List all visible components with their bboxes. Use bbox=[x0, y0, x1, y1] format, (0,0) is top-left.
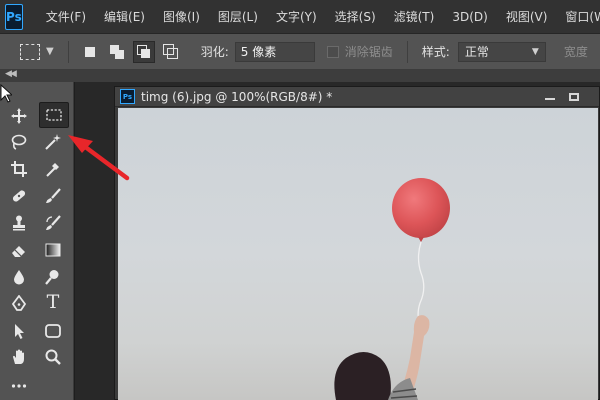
marquee-preset-icon[interactable] bbox=[20, 43, 40, 60]
lasso-tool[interactable] bbox=[6, 130, 32, 154]
feather-input[interactable]: 5 像素 bbox=[234, 41, 315, 62]
path-selection-tool[interactable] bbox=[6, 319, 32, 343]
document-title: timg (6).jpg @ 100%(RGB/8#) * bbox=[141, 89, 333, 104]
menu-window[interactable]: 窗口(W) bbox=[556, 0, 600, 34]
options-divider bbox=[406, 40, 408, 63]
tools-panel: T bbox=[0, 82, 74, 400]
intersect-selection-button[interactable] bbox=[160, 41, 182, 63]
magic-wand-tool[interactable] bbox=[40, 130, 66, 154]
options-bar: ▼ 羽化: 5 像素 消除锯齿 样式: 正常 ▼ 宽度 bbox=[0, 34, 600, 70]
marquee-icon bbox=[46, 109, 62, 121]
eyedropper-tool[interactable] bbox=[40, 157, 66, 181]
panel-header-strip: ◀◀ bbox=[0, 69, 600, 82]
antialias-label: 消除锯齿 bbox=[344, 45, 393, 59]
dodge-tool[interactable] bbox=[40, 265, 66, 289]
arrow-cursor-icon bbox=[15, 324, 24, 339]
rectangular-marquee-tool[interactable] bbox=[39, 102, 69, 128]
menu-type[interactable]: 文字(Y) bbox=[267, 0, 326, 34]
photoshop-doc-icon: Ps bbox=[120, 89, 135, 104]
image-canvas[interactable] bbox=[118, 108, 598, 400]
dodge-icon bbox=[45, 270, 59, 285]
gradient-icon bbox=[45, 243, 61, 257]
water-drop-icon bbox=[14, 270, 24, 285]
minimize-icon bbox=[545, 98, 555, 100]
minimize-button[interactable] bbox=[539, 89, 561, 104]
menu-3d[interactable]: 3D(D) bbox=[443, 0, 496, 34]
zoom-tool[interactable] bbox=[40, 345, 66, 369]
history-brush-icon bbox=[46, 215, 61, 230]
clone-stamp-tool[interactable] bbox=[6, 211, 32, 235]
type-tool[interactable]: T bbox=[40, 290, 66, 314]
move-tool[interactable] bbox=[6, 104, 32, 128]
collapse-panel-icon[interactable]: ◀◀ bbox=[5, 69, 17, 79]
eyedropper-icon bbox=[46, 163, 59, 177]
chevron-down-icon: ▼ bbox=[531, 46, 539, 57]
menu-filter[interactable]: 滤镜(T) bbox=[385, 0, 444, 34]
rounded-rectangle-icon bbox=[45, 324, 61, 338]
add-to-selection-button[interactable] bbox=[106, 41, 128, 63]
menu-layer[interactable]: 图层(L) bbox=[209, 0, 267, 34]
maximize-button[interactable] bbox=[563, 89, 585, 104]
options-divider bbox=[67, 40, 69, 63]
hand-tool[interactable] bbox=[6, 345, 32, 369]
menu-file[interactable]: 文件(F) bbox=[37, 0, 95, 34]
menu-view[interactable]: 视图(V) bbox=[497, 0, 557, 34]
gradient-tool[interactable] bbox=[40, 238, 66, 262]
rectangle-tool[interactable] bbox=[40, 319, 66, 343]
photoshop-logo-icon: Ps bbox=[5, 3, 23, 30]
blur-tool[interactable] bbox=[6, 265, 32, 289]
stamp-icon bbox=[13, 215, 25, 231]
more-tools-button[interactable] bbox=[6, 374, 32, 398]
magic-wand-icon bbox=[45, 134, 61, 150]
new-selection-button[interactable] bbox=[79, 41, 101, 63]
document-tab[interactable]: Ps timg (6).jpg @ 100%(RGB/8#) * bbox=[115, 87, 599, 107]
brush-tool[interactable] bbox=[40, 184, 66, 208]
hand-icon bbox=[13, 349, 24, 364]
style-select[interactable]: 正常 ▼ bbox=[457, 41, 546, 62]
brush-icon bbox=[46, 188, 61, 203]
lasso-icon bbox=[11, 134, 27, 150]
history-brush-tool[interactable] bbox=[40, 211, 66, 235]
maximize-icon bbox=[569, 92, 579, 101]
healing-brush-tool[interactable] bbox=[6, 184, 32, 208]
mouse-cursor-icon bbox=[0, 84, 12, 103]
menu-bar: Ps 文件(F) 编辑(E) 图像(I) 图层(L) 文字(Y) 选择(S) 滤… bbox=[0, 0, 600, 34]
antialias-checkbox[interactable] bbox=[326, 45, 339, 58]
crop-icon bbox=[11, 161, 27, 177]
style-label: 样式: bbox=[421, 45, 450, 59]
chevron-down-icon[interactable]: ▼ bbox=[46, 46, 54, 57]
pen-tool[interactable] bbox=[6, 292, 32, 316]
feather-label: 羽化: bbox=[200, 45, 229, 59]
document-window: Ps timg (6).jpg @ 100%(RGB/8#) * bbox=[114, 86, 600, 400]
move-icon bbox=[11, 108, 27, 124]
width-label: 宽度 bbox=[563, 45, 588, 59]
menu-image[interactable]: 图像(I) bbox=[154, 0, 209, 34]
eraser-tool[interactable] bbox=[6, 238, 32, 262]
menu-edit[interactable]: 编辑(E) bbox=[95, 0, 154, 34]
style-select-value: 正常 bbox=[464, 45, 489, 59]
eraser-icon bbox=[12, 246, 25, 257]
menu-select[interactable]: 选择(S) bbox=[326, 0, 385, 34]
pen-icon bbox=[11, 295, 27, 311]
photo-balloon-girl bbox=[334, 178, 450, 400]
subtract-from-selection-button[interactable] bbox=[132, 40, 155, 63]
bandage-icon bbox=[12, 190, 26, 202]
crop-tool[interactable] bbox=[6, 157, 32, 181]
magnifier-icon bbox=[45, 349, 61, 365]
ellipsis-icon bbox=[11, 384, 27, 388]
